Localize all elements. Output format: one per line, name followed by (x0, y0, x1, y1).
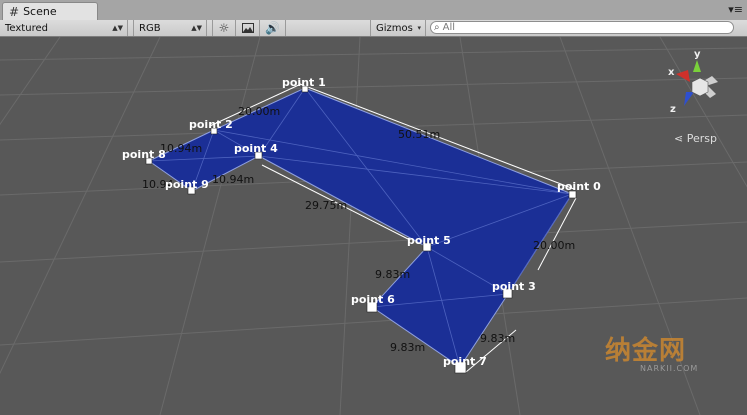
unity-scene-window: # Scene ▾≡ Textured ▲▼ RGB ▲▼ ☼ 🔊 Gizmos… (0, 0, 747, 415)
point-label: point 6 (351, 293, 395, 306)
point-label: point 2 (189, 118, 233, 131)
dimension-label: 29.75m (305, 199, 347, 212)
dimension-label: 20.00m (238, 105, 280, 118)
projection-toggle[interactable]: ⋖ Persp (674, 132, 717, 145)
point-label: point 3 (492, 280, 536, 293)
point-label: point 8 (122, 148, 166, 161)
projection-label: Persp (686, 132, 717, 145)
search-placeholder: All (442, 22, 456, 33)
sun-icon: ☼ (218, 21, 230, 35)
chevron-down-icon: ▾ (417, 24, 421, 32)
render-mode-dropdown[interactable]: RGB ▲▼ (133, 20, 207, 36)
watermark-url: NARKII.COM (640, 364, 699, 373)
panel-menu-icon[interactable]: ▾≡ (728, 3, 743, 16)
dimension-label: 10.94m (212, 173, 254, 186)
dropdown-arrow-icon: ▲▼ (112, 24, 123, 32)
gizmo-z-label: z (670, 104, 676, 115)
render-mode-value: RGB (139, 22, 161, 34)
image-icon (241, 23, 254, 33)
scene-lighting-toggle[interactable]: ☼ (212, 20, 236, 36)
gizmos-label: Gizmos (376, 22, 413, 34)
gizmo-center-cube[interactable] (691, 77, 709, 97)
scene-audio-toggle[interactable]: 🔊 (260, 20, 286, 36)
gizmo-x-label: x (668, 67, 675, 78)
persp-arrow-icon: ⋖ (674, 132, 684, 145)
dropdown-arrow-icon: ▲▼ (191, 24, 202, 32)
speaker-icon: 🔊 (265, 21, 280, 35)
point-label: point 5 (407, 234, 451, 247)
draw-mode-dropdown[interactable]: Textured ▲▼ (0, 20, 128, 36)
point-label: point 7 (443, 355, 487, 368)
point-label: point 0 (557, 180, 601, 193)
dimension-label: 20.00m (533, 239, 575, 252)
dimension-label: 9.83m (480, 332, 515, 345)
dimension-label: 9.83m (390, 341, 425, 354)
dimension-label: 10.94m (160, 142, 202, 155)
point-label: point 9 (165, 178, 209, 191)
gizmo-x-cone[interactable] (676, 70, 690, 82)
gizmo-y-label: y (694, 49, 701, 60)
point-label: point 4 (234, 142, 278, 155)
dimension-label: 9.83m (375, 268, 410, 281)
draw-mode-value: Textured (5, 22, 48, 34)
gizmos-dropdown[interactable]: Gizmos ▾ (370, 20, 426, 36)
search-icon: ⌕ (434, 22, 440, 33)
tab-scene[interactable]: # Scene (2, 2, 98, 20)
grid-icon: # (9, 4, 20, 19)
tab-scene-label: Scene (23, 5, 57, 18)
tab-bar: # Scene ▾≡ (0, 0, 747, 21)
gizmo-y-cone[interactable] (693, 60, 701, 72)
scene-fx-toggle[interactable] (236, 20, 260, 36)
orientation-gizmo[interactable]: y x z (668, 49, 718, 115)
point-label: point 1 (282, 76, 326, 89)
dimension-label: 50.51m (398, 128, 440, 141)
scene-search-input[interactable]: ⌕ All (430, 21, 734, 34)
gizmo-z-cone[interactable] (684, 92, 694, 106)
watermark-logo: 纳金网 (605, 336, 687, 366)
scene-toolbar: Textured ▲▼ RGB ▲▼ ☼ 🔊 Gizmos ▾ ⌕ All (0, 20, 747, 37)
